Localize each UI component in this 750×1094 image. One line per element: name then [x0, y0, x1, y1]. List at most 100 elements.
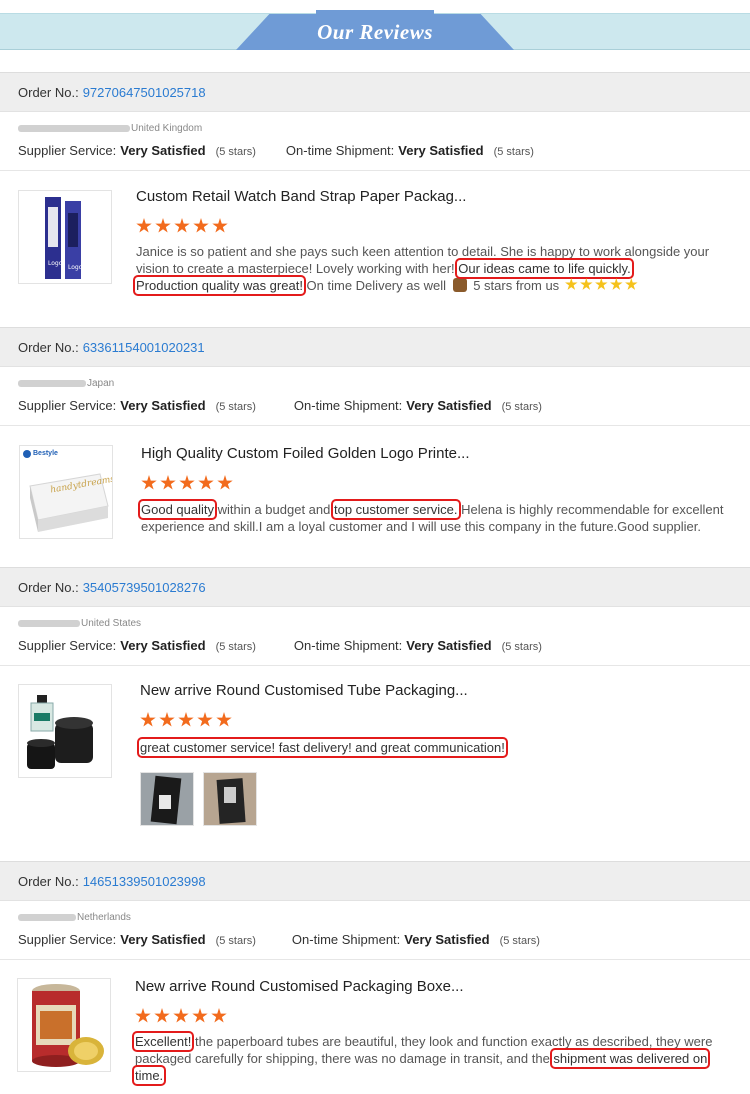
- ontime-shipment-label: On-time Shipment:: [293, 398, 403, 413]
- review-photo-image: [141, 773, 193, 825]
- star-icon: [174, 218, 190, 233]
- supplier-service-label: Supplier Service:: [18, 638, 117, 653]
- product-thumbnail[interactable]: [18, 684, 112, 778]
- supplier-service-label: Supplier Service:: [18, 932, 117, 947]
- ontime-shipment-rating: Very Satisfied: [398, 143, 484, 158]
- ontime-shipment-stars: (5 stars): [493, 146, 534, 158]
- review-photo-image: [204, 773, 256, 825]
- star-emoji-icon: [565, 278, 578, 290]
- star-emoji-icon: [595, 278, 608, 290]
- order-no-label: Order No.:: [18, 579, 79, 595]
- product-title-link[interactable]: New arrive Round Customised Tube Packagi…: [140, 682, 468, 699]
- star-icon: [141, 475, 157, 490]
- review-highlight: Excellent!: [131, 1031, 195, 1052]
- review-segment: On time Delivery as well: [302, 278, 450, 293]
- order-header: Order No.: 14651339501023998: [0, 861, 750, 901]
- buyer-country: Japan: [87, 378, 115, 389]
- supplier-service-stars: (5 stars): [215, 146, 256, 158]
- ontime-shipment-rating: Very Satisfied: [406, 398, 492, 413]
- ontime-shipment-label: On-time Shipment:: [285, 143, 395, 158]
- supplier-service-rating: Very Satisfied: [120, 398, 206, 413]
- order-block-1: Order No.: 97270647501025718 United King…: [0, 72, 750, 319]
- star-icon: [198, 475, 214, 490]
- product-review: Bestyle handytdreams High Quality Custom…: [0, 426, 750, 556]
- product-thumbnail[interactable]: Bestyle handytdreams: [19, 445, 113, 539]
- star-icon: [155, 218, 171, 233]
- star-icon: [160, 475, 176, 490]
- buyer-name-redacted: [18, 380, 86, 387]
- ontime-shipment-stars: (5 stars): [501, 401, 542, 413]
- supplier-service-stars: (5 stars): [215, 641, 256, 653]
- supplier-service-label: Supplier Service:: [18, 398, 117, 413]
- buyer-country: United States: [81, 618, 142, 629]
- order-header: Order No.: 63361154001020231: [0, 327, 750, 367]
- product-review: New arrive Round Customised Tube Packagi…: [0, 666, 750, 846]
- review-highlight: top customer service.: [330, 499, 461, 520]
- ontime-shipment-rating: Very Satisfied: [406, 638, 492, 653]
- review-photo-1[interactable]: [140, 772, 194, 826]
- star-icon: [197, 712, 213, 727]
- star-emoji-icon: [580, 278, 593, 290]
- buyer-name-redacted: [18, 125, 130, 132]
- service-line: Supplier Service: Very Satisfied (5 star…: [18, 638, 750, 653]
- order-number-link[interactable]: 97270647501025718: [83, 85, 206, 100]
- star-icon: [173, 1008, 189, 1023]
- service-line: Supplier Service: Very Satisfied (5 star…: [18, 932, 750, 947]
- rating-stars: [135, 1008, 227, 1024]
- star-icon: [193, 218, 209, 233]
- supplier-service-rating: Very Satisfied: [120, 143, 206, 158]
- perfume-tube-image: [27, 695, 93, 769]
- order-header: Order No.: 97270647501025718: [0, 72, 750, 112]
- star-icon: [136, 218, 152, 233]
- buyer-line: United Kingdom: [18, 123, 750, 134]
- buyer-line: Japan: [18, 378, 750, 389]
- thumb-brand-text: Bestyle: [33, 450, 58, 457]
- review-text: Excellent! the paperboard tubes are beau…: [131, 1031, 735, 1086]
- buyer-line: Netherlands: [18, 912, 750, 923]
- order-no-label: Order No.:: [18, 84, 79, 100]
- order-number-link[interactable]: 63361154001020231: [83, 340, 205, 355]
- order-number-link[interactable]: 14651339501023998: [83, 874, 206, 889]
- review-highlight: Good quality: [138, 499, 217, 520]
- star-icon: [159, 712, 175, 727]
- ontime-shipment-rating: Very Satisfied: [404, 932, 490, 947]
- rating-stars: [140, 712, 232, 728]
- buyer-country: United Kingdom: [131, 123, 203, 134]
- product-title-link[interactable]: Custom Retail Watch Band Strap Paper Pac…: [136, 188, 466, 205]
- thumbs-up-icon: [452, 278, 467, 292]
- buyer-line: United States: [18, 618, 750, 629]
- order-block-4: Order No.: 14651339501023998 Netherlands…: [0, 861, 750, 1088]
- star-emoji-icon: [610, 278, 623, 290]
- buyer-name-redacted: [18, 914, 76, 921]
- ontime-shipment-stars: (5 stars): [499, 935, 540, 947]
- supplier-service-stars: (5 stars): [215, 935, 256, 947]
- star-icon: [217, 475, 233, 490]
- product-title-link[interactable]: New arrive Round Customised Packaging Bo…: [135, 978, 464, 995]
- supplier-service-label: Supplier Service:: [18, 143, 117, 158]
- star-icon: [212, 218, 228, 233]
- service-line: Supplier Service: Very Satisfied (5 star…: [18, 398, 750, 413]
- watch-box-image: Logo Logo: [45, 197, 83, 279]
- product-title-link[interactable]: High Quality Custom Foiled Golden Logo P…: [141, 445, 470, 462]
- review-highlight: Our ideas came to life quickly.: [455, 258, 634, 279]
- review-text: Janice is so patient and she pays such k…: [133, 243, 736, 296]
- supplier-service-rating: Very Satisfied: [120, 638, 206, 653]
- star-icon: [135, 1008, 151, 1023]
- review-text: Good quality within a budget and top cus…: [138, 499, 737, 535]
- star-emoji-icon: [625, 278, 638, 290]
- order-number-link[interactable]: 35405739501028276: [83, 580, 206, 595]
- review-photo-2[interactable]: [203, 772, 257, 826]
- review-segment: within a budget and: [214, 502, 334, 517]
- service-line: Supplier Service: Very Satisfied (5 star…: [18, 143, 750, 158]
- order-no-label: Order No.:: [18, 873, 79, 889]
- star-icon: [178, 712, 194, 727]
- rating-stars: [136, 218, 228, 234]
- order-no-label: Order No.:: [18, 339, 79, 355]
- product-thumbnail[interactable]: [17, 978, 111, 1072]
- order-header: Order No.: 35405739501028276: [0, 567, 750, 607]
- svg-text:Logo: Logo: [68, 264, 83, 271]
- order-block-2: Order No.: 63361154001020231 Japan Suppl…: [0, 327, 750, 556]
- product-thumbnail[interactable]: Logo Logo: [18, 190, 112, 284]
- star-icon: [211, 1008, 227, 1023]
- review-highlight: Production quality was great!: [133, 275, 306, 296]
